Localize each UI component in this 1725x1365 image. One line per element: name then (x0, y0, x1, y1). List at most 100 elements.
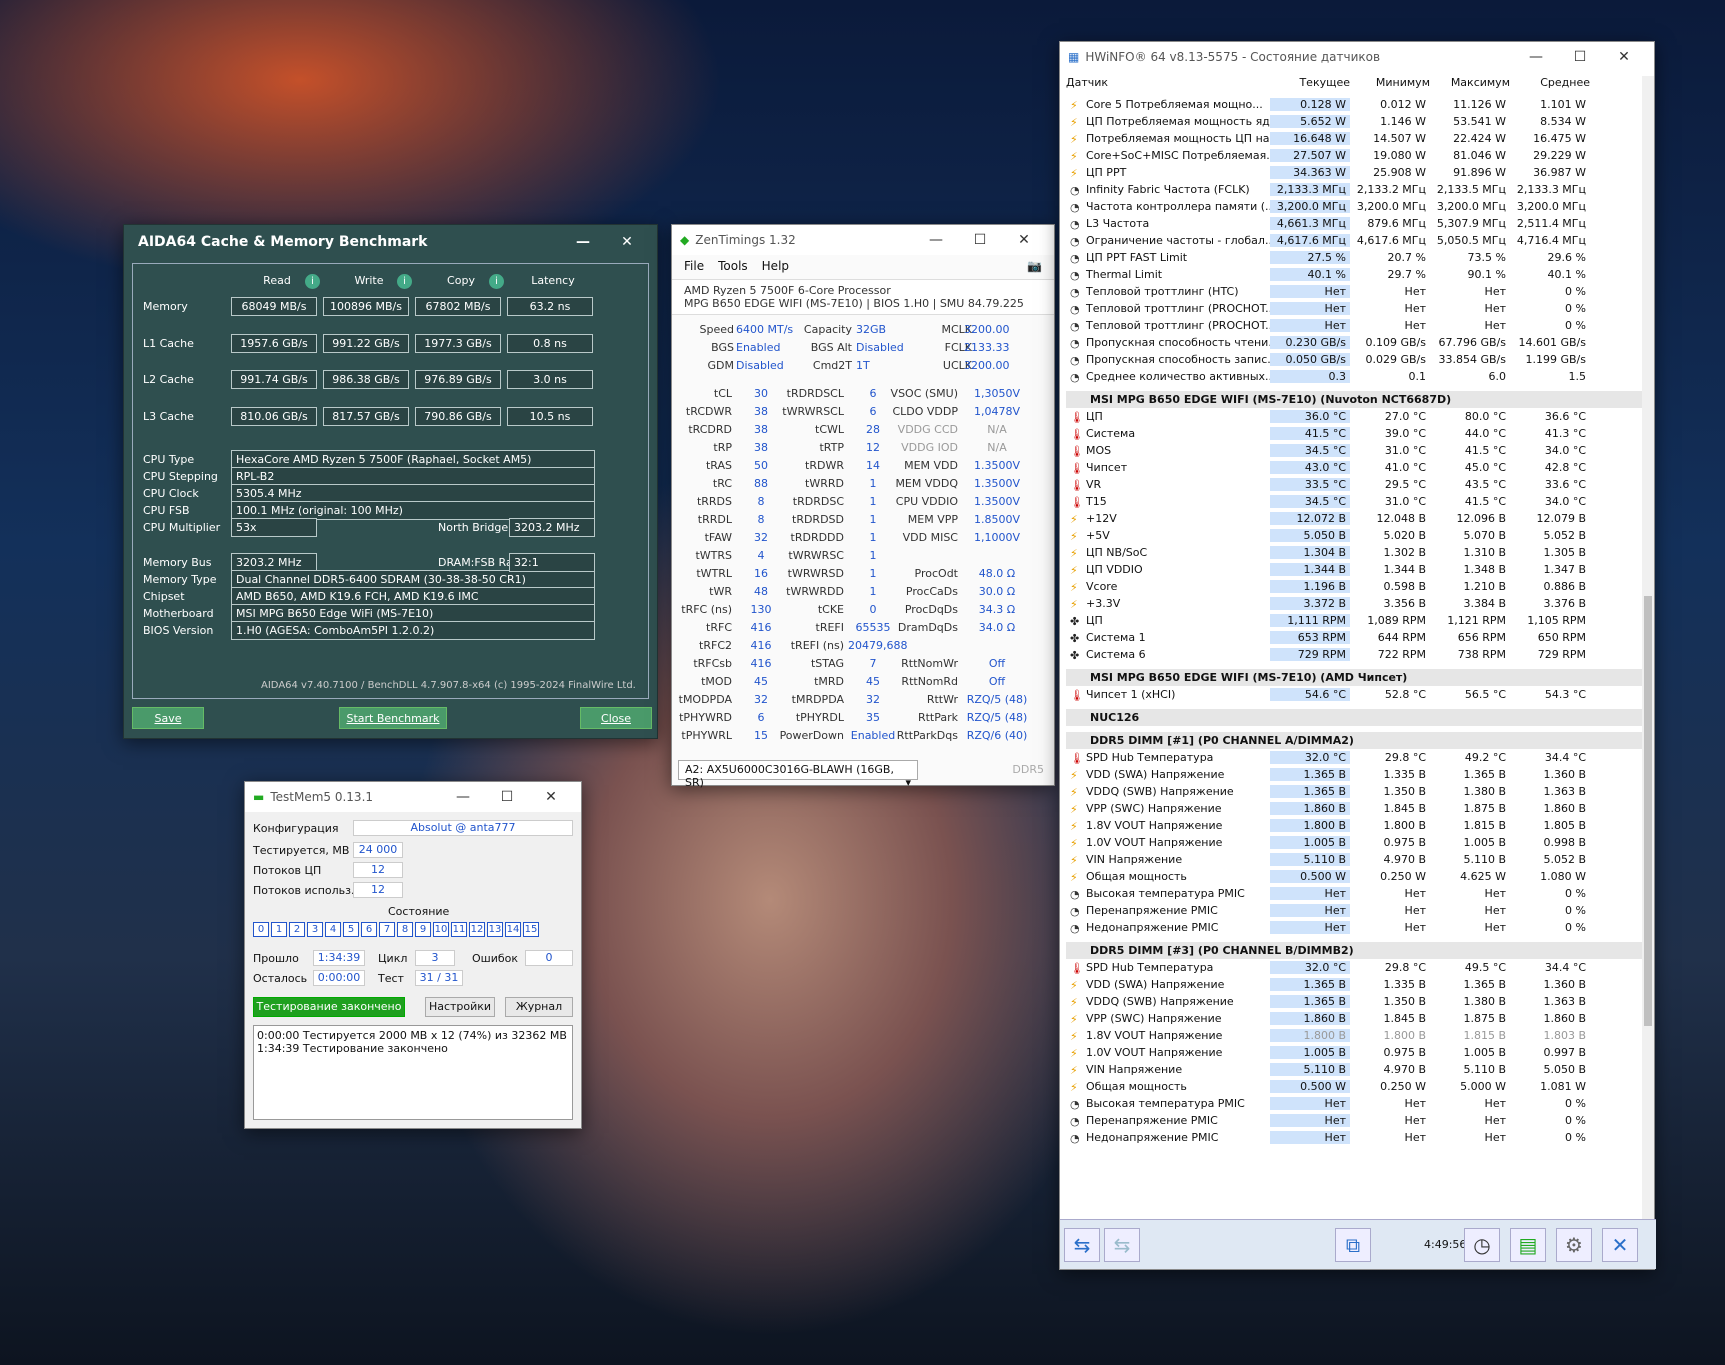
settings-button[interactable]: Настройки (425, 997, 495, 1017)
sensor-row[interactable]: ◔ Infinity Fabric Частота (FCLK) 2,133.3 М… (1066, 181, 1644, 198)
sensor-row[interactable]: 🌡 Чипсет 43.0 °C 41.0 °C 45.0 °C 42.8 °C (1066, 459, 1644, 476)
sensor-row[interactable]: ◔ Тепловой троттлинг (HTC) Нет Нет Нет 0 % (1066, 283, 1644, 300)
sensor-row[interactable]: ⚡ ЦП NB/SoC 1.304 В 1.302 В 1.310 В 1.305 В (1066, 544, 1644, 561)
sensor-row[interactable]: ◔ Высокая температура PMIC Нет Нет Нет 0 % (1066, 885, 1644, 902)
sensor-row[interactable]: 🌡 Система 41.5 °C 39.0 °C 44.0 °C 41.3 °C (1066, 425, 1644, 442)
sensor-row[interactable]: ⚡ Core+SoC+MISC Потребляемая... 27.507 W 19… (1066, 147, 1644, 164)
arrows-icon[interactable]: ⇆ (1104, 1228, 1140, 1262)
sensor-row[interactable]: 🌡 SPD Hub Температура 32.0 °C 29.8 °C 49.5 °… (1066, 959, 1644, 976)
scrollbar-thumb[interactable] (1644, 596, 1652, 1026)
sensor-row[interactable]: ⚡ VDD (SWA) Напряжение 1.365 В 1.335 В 1.365… (1066, 766, 1644, 783)
sensor-row[interactable]: ◔ Перенапряжение PMIC Нет Нет Нет 0 % (1066, 902, 1644, 919)
maximize-icon[interactable]: ☐ (485, 789, 529, 805)
sensor-row[interactable]: ◔ Высокая температура PMIC Нет Нет Нет 0 % (1066, 1095, 1644, 1112)
sensor-row[interactable]: ⚡ VPP (SWC) Напряжение 1.860 В 1.845 В 1.875… (1066, 1010, 1644, 1027)
maximize-icon[interactable]: ☐ (958, 232, 1002, 248)
scrollbar[interactable] (1642, 76, 1654, 1236)
close-icon[interactable]: ✕ (529, 789, 573, 805)
sensor-row[interactable]: ✤ Система 6 729 RPM 722 RPM 738 RPM 729 RPM (1066, 646, 1644, 663)
col-max[interactable]: Максимум (1430, 76, 1510, 94)
sensor-row[interactable]: 🌡 T15 34.5 °C 31.0 °C 41.5 °C 34.0 °C (1066, 493, 1644, 510)
gear-icon[interactable]: ⚙ (1556, 1228, 1592, 1262)
close-icon[interactable]: ✕ (1602, 1228, 1638, 1262)
sensor-row[interactable]: ◔ Тепловой троттлинг (PROCHOT... Нет Нет Нет… (1066, 317, 1644, 334)
minimize-icon[interactable]: — (1514, 49, 1558, 65)
sensor-group-header[interactable]: NUC126 (1066, 709, 1644, 726)
close-icon[interactable]: ✕ (1602, 49, 1646, 65)
sensor-row[interactable]: ⚡ 1.8V VOUT Напряжение 1.800 В 1.800 В 1.815… (1066, 817, 1644, 834)
sensor-name-text: ЦП NB/SoC (1086, 546, 1148, 559)
sensor-row[interactable]: ⚡ Core 5 Потребляемая мощно... 0.128 W 0.01… (1066, 96, 1644, 113)
sensor-row[interactable]: ◔ Ограничение частоты - глобал... 4,617.6 … (1066, 232, 1644, 249)
sensor-row[interactable]: 🌡 VR 33.5 °C 29.5 °C 43.5 °C 33.6 °C (1066, 476, 1644, 493)
minimize-icon[interactable]: — (561, 234, 605, 250)
sensor-row[interactable]: ⚡ ЦП PPT 34.363 W 25.908 W 91.896 W 36.987 W (1066, 164, 1644, 181)
power-icon: ⚡ (1070, 99, 1078, 111)
sensor-row[interactable]: ⚡ VDDQ (SWB) Напряжение 1.365 В 1.350 В 1.38… (1066, 993, 1644, 1010)
sensor-group-header[interactable]: DDR5 DIMM [#1] (P0 CHANNEL A/DIMMA2) (1066, 732, 1644, 749)
save-button[interactable]: Save (132, 707, 204, 729)
sensor-row[interactable]: ⚡ ЦП Потребляемая мощность яд... 5.652 W 1.… (1066, 113, 1644, 130)
sensor-row[interactable]: 🌡 MOS 34.5 °C 31.0 °C 41.5 °C 34.0 °C (1066, 442, 1644, 459)
sensor-row[interactable]: ✤ Система 1 653 RPM 644 RPM 656 RPM 650 RPM (1066, 629, 1644, 646)
sensor-row[interactable]: ⚡ Общая мощность 0.500 W 0.250 W 4.625 W 1.08… (1066, 868, 1644, 885)
menu-tools[interactable]: Tools (718, 259, 748, 275)
col-sensor[interactable]: Датчик (1066, 76, 1270, 94)
sensor-row[interactable]: ✤ ЦП 1,111 RPM 1,089 RPM 1,121 RPM 1,105 RPM (1066, 612, 1644, 629)
sensor-row[interactable]: ⚡ 1.8V VOUT Напряжение 1.800 В 1.800 В 1.815… (1066, 1027, 1644, 1044)
sensor-row[interactable]: ⚡ VDDQ (SWB) Напряжение 1.365 В 1.350 В 1.38… (1066, 783, 1644, 800)
info-icon[interactable]: i (489, 274, 504, 289)
sensor-row[interactable]: ⚡ ЦП VDDIO 1.344 В 1.344 В 1.348 В 1.347 В (1066, 561, 1644, 578)
sensor-row[interactable]: 🌡 Чипсет 1 (xHCI) 54.6 °C 52.8 °C 56.5 °C 54.… (1066, 686, 1644, 703)
info-icon[interactable]: i (397, 274, 412, 289)
sensor-row[interactable]: ⚡ VIN Напряжение 5.110 В 4.970 В 5.110 В 5.05… (1066, 851, 1644, 868)
expand-collapse-icon[interactable]: ⇆ (1064, 1228, 1100, 1262)
menu-help[interactable]: Help (762, 259, 789, 275)
sensor-row[interactable]: ◔ Частота контроллера памяти (... 3,200.0 … (1066, 198, 1644, 215)
sensor-row[interactable]: ⚡ +5V 5.050 В 5.020 В 5.070 В 5.052 В (1066, 527, 1644, 544)
sensor-row[interactable]: ◔ ЦП PPT FAST Limit 27.5 % 20.7 % 73.5 % 29.6… (1066, 249, 1644, 266)
start-benchmark-button[interactable]: Start Benchmark (339, 707, 447, 729)
close-icon[interactable]: ✕ (605, 234, 649, 250)
sensor-row[interactable]: ⚡ VPP (SWC) Напряжение 1.860 В 1.845 В 1.875… (1066, 800, 1644, 817)
sensor-row[interactable]: ⚡ Vcore 1.196 В 0.598 В 1.210 В 0.886 В (1066, 578, 1644, 595)
sensor-group-header[interactable]: DDR5 DIMM [#3] (P0 CHANNEL B/DIMMB2) (1066, 942, 1644, 959)
col-avg[interactable]: Среднее (1510, 76, 1590, 94)
sensor-row[interactable]: ◔ Пропускная способность запис... 0.050 GB… (1066, 351, 1644, 368)
menu-file[interactable]: File (684, 259, 704, 275)
sensor-row[interactable]: ◔ Пропускная способность чтени... 0.230 GB… (1066, 334, 1644, 351)
sensor-row[interactable]: 🌡 ЦП 36.0 °C 27.0 °C 80.0 °C 36.6 °C (1066, 408, 1644, 425)
sensor-row[interactable]: ⚡ +12V 12.072 В 12.048 В 12.096 В 12.079 В (1066, 510, 1644, 527)
sensor-row[interactable]: ⚡ VDD (SWA) Напряжение 1.365 В 1.335 В 1.365… (1066, 976, 1644, 993)
col-current[interactable]: Текущее (1270, 76, 1350, 94)
sensor-row[interactable]: ⚡ VIN Напряжение 5.110 В 4.970 В 5.110 В 5.05… (1066, 1061, 1644, 1078)
minimize-icon[interactable]: — (441, 789, 485, 805)
sensor-row[interactable]: ⚡ Потребляемая мощность ЦП на... 16.648 W 1… (1066, 130, 1644, 147)
close-icon[interactable]: ✕ (1002, 232, 1046, 248)
sensor-row[interactable]: ◔ Недонапряжение PMIC Нет Нет Нет 0 % (1066, 919, 1644, 936)
sensor-row[interactable]: ◔ Thermal Limit 40.1 % 29.7 % 90.1 % 40.1 % (1066, 266, 1644, 283)
sensor-row[interactable]: ⚡ 1.0V VOUT Напряжение 1.005 В 0.975 В 1.005… (1066, 834, 1644, 851)
log-button[interactable]: Журнал (505, 997, 573, 1017)
minimize-icon[interactable]: — (914, 232, 958, 248)
network-icon[interactable]: ⧉ (1335, 1228, 1371, 1262)
sensor-row[interactable]: ◔ L3 Частота 4,661.3 МГц 879.6 МГц 5,307.9 М… (1066, 215, 1644, 232)
sensor-row[interactable]: ◔ Тепловой троттлинг (PROCHOT... Нет Нет Нет… (1066, 300, 1644, 317)
sensor-row[interactable]: ⚡ +3.3V 3.372 В 3.356 В 3.384 В 3.376 В (1066, 595, 1644, 612)
info-icon[interactable]: i (305, 274, 320, 289)
sensor-row[interactable]: ⚡ 1.0V VOUT Напряжение 1.005 В 0.975 В 1.005… (1066, 1044, 1644, 1061)
sensor-row[interactable]: ◔ Перенапряжение PMIC Нет Нет Нет 0 % (1066, 1112, 1644, 1129)
clock-icon[interactable]: ◷ (1464, 1228, 1500, 1262)
sensor-group-header[interactable]: MSI MPG B650 EDGE WIFI (MS-7E10) (AMD Чи… (1066, 669, 1644, 686)
sensor-group-header[interactable]: MSI MPG B650 EDGE WIFI (MS-7E10) (Nuvoto… (1066, 391, 1644, 408)
close-button[interactable]: Close (580, 707, 652, 729)
col-min[interactable]: Минимум (1350, 76, 1430, 94)
sensor-row[interactable]: 🌡 SPD Hub Температура 32.0 °C 29.8 °C 49.2 °… (1066, 749, 1644, 766)
maximize-icon[interactable]: ☐ (1558, 49, 1602, 65)
sensor-row[interactable]: ⚡ Общая мощность 0.500 W 0.250 W 5.000 W 1.08… (1066, 1078, 1644, 1095)
sensor-row[interactable]: ◔ Недонапряжение PMIC Нет Нет Нет 0 % (1066, 1129, 1644, 1146)
add-report-icon[interactable]: ▤ (1510, 1228, 1546, 1262)
dimm-select[interactable]: A2: AX5U6000C3016G-BLAWH (16GB, SR) ▾ (678, 760, 918, 789)
camera-icon[interactable]: 📷 (1027, 259, 1042, 275)
sensor-row[interactable]: ◔ Среднее количество активных... 0.3 0.1 6.0… (1066, 368, 1644, 385)
